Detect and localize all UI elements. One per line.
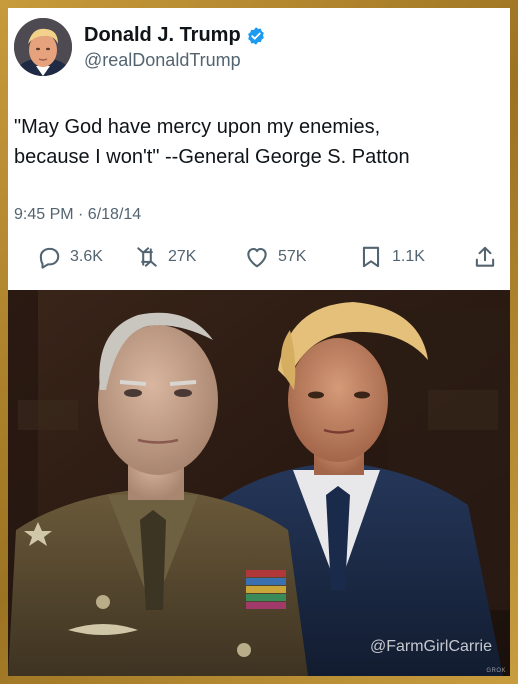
share-icon bbox=[475, 246, 495, 267]
reply-icon bbox=[39, 247, 60, 269]
avatar[interactable] bbox=[14, 18, 72, 76]
post-text-line: "May God have mercy upon my enemies, bbox=[14, 116, 381, 138]
action-bar: 3.6K 27K 57K 1.1K bbox=[8, 244, 510, 278]
bookmark-icon bbox=[362, 246, 380, 268]
like-button[interactable]: 57K bbox=[244, 244, 306, 270]
post-timestamp[interactable]: 9:45 PM · 6/18/14 bbox=[14, 206, 141, 224]
reply-button[interactable]: 3.6K bbox=[36, 244, 103, 270]
bookmark-button[interactable]: 1.1K bbox=[358, 244, 425, 270]
repost-icon bbox=[137, 247, 157, 267]
post-text-line: because I won't" --General George S. Pat… bbox=[14, 146, 410, 168]
gold-frame: Donald J. Trump @realDonaldTrump "May Go… bbox=[0, 0, 518, 684]
post-image[interactable]: @FarmGirlCarrie GROK bbox=[8, 290, 510, 676]
verified-badge-icon bbox=[247, 26, 264, 45]
author-row: Donald J. Trump bbox=[84, 24, 266, 47]
like-icon bbox=[247, 247, 267, 268]
reply-count: 3.6K bbox=[70, 248, 103, 265]
repost-count: 27K bbox=[168, 248, 197, 265]
bookmark-count: 1.1K bbox=[392, 248, 425, 265]
generals-portrait-illustration bbox=[8, 290, 510, 676]
ai-generator-tag: GROK bbox=[486, 668, 506, 674]
post-card: Donald J. Trump @realDonaldTrump "May Go… bbox=[8, 8, 510, 676]
post-header-section: Donald J. Trump @realDonaldTrump "May Go… bbox=[8, 8, 510, 290]
like-count: 57K bbox=[278, 248, 307, 265]
repost-button[interactable]: 27K bbox=[134, 244, 196, 270]
post-text: "May God have mercy upon my enemies, bec… bbox=[14, 112, 504, 172]
share-button[interactable] bbox=[472, 244, 498, 270]
author-handle[interactable]: @realDonaldTrump bbox=[84, 50, 241, 71]
image-watermark: @FarmGirlCarrie bbox=[369, 638, 492, 655]
author-name[interactable]: Donald J. Trump bbox=[84, 24, 241, 47]
avatar-image bbox=[14, 18, 72, 76]
